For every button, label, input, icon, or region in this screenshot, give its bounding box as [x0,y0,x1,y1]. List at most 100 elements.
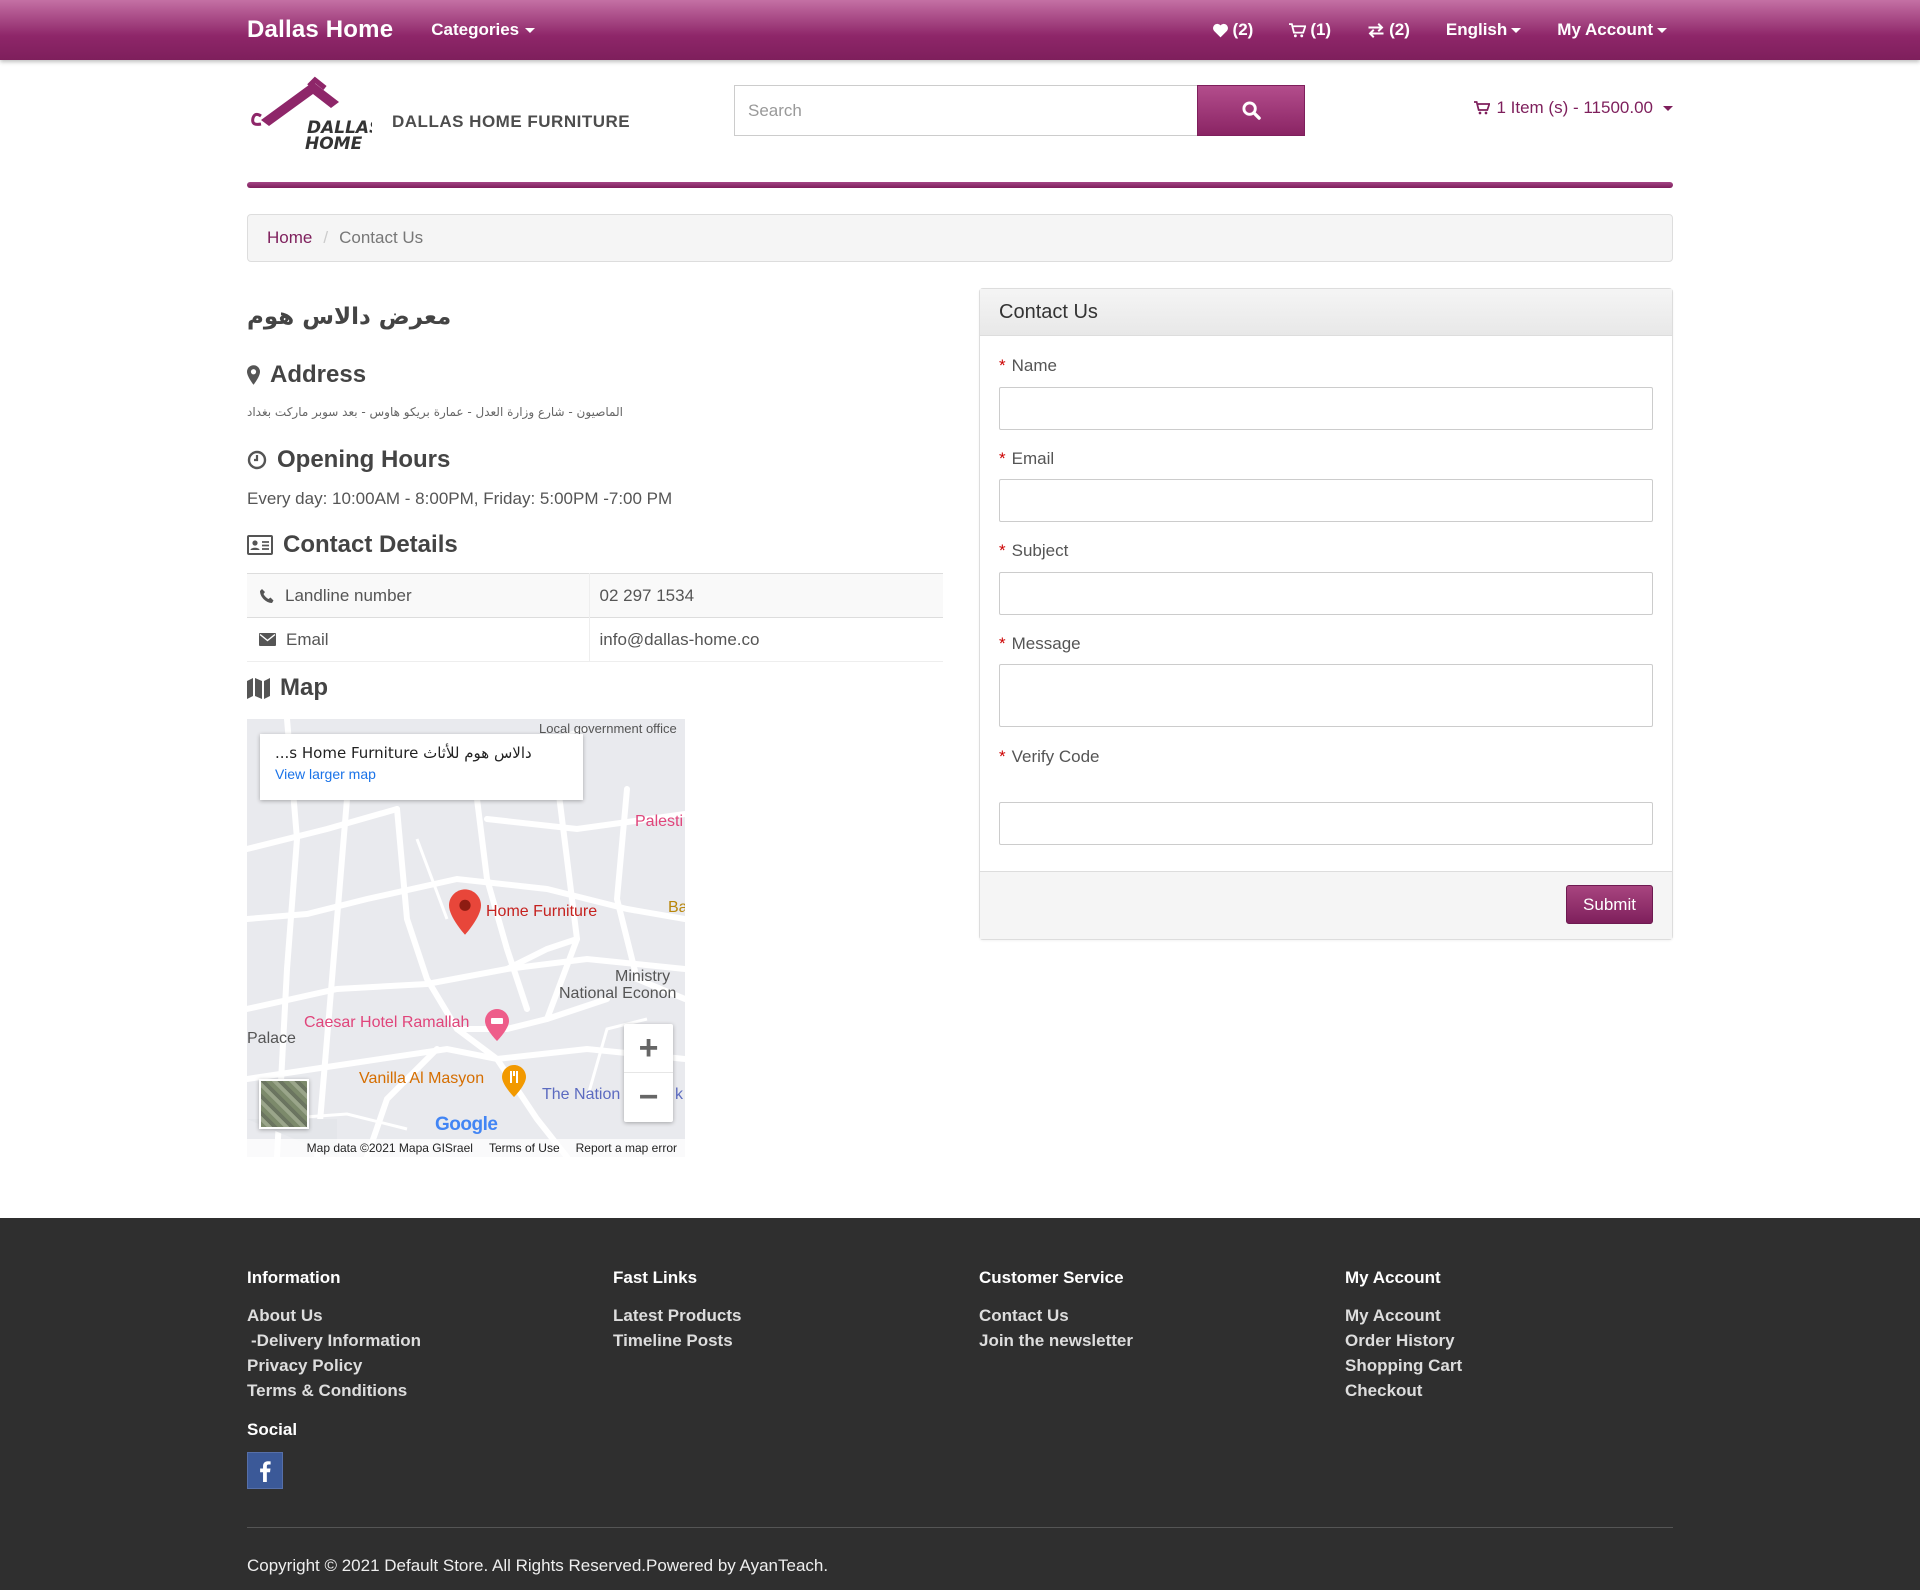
name-label: * Name [999,356,1057,376]
wishlist-link[interactable]: (2) [1212,20,1253,40]
email-value: info@dallas-home.co [589,617,943,662]
contact-heading-label: Contact Details [283,531,458,558]
satellite-toggle[interactable] [259,1079,309,1129]
footer-link-order-history[interactable]: Order History [1345,1328,1462,1353]
map-zoom-control: + − [624,1024,673,1122]
footer-link-delivery[interactable]: -Delivery Information [247,1328,421,1353]
envelope-icon [259,633,276,646]
required-marker: * [999,747,1006,766]
categories-label: Categories [431,20,520,39]
verify-code-label-text: Verify Code [1011,747,1100,766]
map-attribution: Map data ©2021 Mapa GISrael Terms of Use… [247,1139,685,1157]
breadcrumb-separator: / [323,228,329,247]
site-footer: Information About Us -Delivery Informati… [0,1218,1920,1590]
account-dropdown[interactable]: My Account [1557,20,1667,40]
hours-text: Every day: 10:00AM - 8:00PM, Friday: 5:0… [247,489,673,508]
map-place-card: ...s Home Furniture دالاس هوم للأثاث Vie… [260,734,583,800]
cart-summary-text: 1 Item (s) - 11500.00 [1496,98,1653,117]
map-place-title: ...s Home Furniture دالاس هوم للأثاث [275,744,532,762]
brand-link[interactable]: Dallas Home [247,16,393,44]
footer-link-about[interactable]: About Us [247,1303,421,1328]
subject-label-text: Subject [1011,541,1069,560]
phone-icon [259,588,275,604]
account-label: My Account [1557,20,1653,39]
footer-link-privacy[interactable]: Privacy Policy [247,1353,421,1378]
zoom-out-button[interactable]: − [624,1073,673,1122]
message-textarea[interactable] [999,664,1653,727]
main-content: معرض دالاس هوم Address الماصيون - شارع و… [247,262,1673,1222]
email-form-label: * Email [999,449,1054,469]
header-divider [247,182,1673,188]
contact-details-table: Landline number 02 297 1534 Email info@d… [247,573,943,662]
report-map-error-link[interactable]: Report a map error [576,1141,677,1155]
footer-link-contact-us[interactable]: Contact Us [979,1303,1133,1328]
clock-icon [247,450,267,470]
verify-code-field[interactable] [999,802,1653,845]
footer-link-timeline-posts[interactable]: Timeline Posts [613,1328,741,1353]
email-field[interactable] [999,479,1653,522]
search-button[interactable] [1197,85,1305,136]
required-marker: * [999,634,1006,653]
map-heading-label: Map [280,674,328,701]
cart-icon [1474,101,1491,115]
submit-button[interactable]: Submit [1566,885,1653,924]
subject-field[interactable] [999,572,1653,615]
footer-social: Social [247,1420,297,1489]
zoom-in-button[interactable]: + [624,1024,673,1073]
map-marker-icon [247,365,260,385]
breadcrumb-home[interactable]: Home [267,228,312,248]
terms-of-use-link[interactable]: Terms of Use [489,1141,560,1155]
language-dropdown[interactable]: English [1445,20,1522,40]
name-field[interactable] [999,387,1653,430]
store-logo[interactable]: DALLAS HOME [247,76,381,156]
footer-link-newsletter[interactable]: Join the newsletter [979,1328,1133,1353]
compare-link[interactable]: (2) [1367,20,1410,40]
categories-dropdown[interactable]: Categories [431,20,536,40]
footer-link-terms[interactable]: Terms & Conditions [247,1378,421,1403]
facebook-icon [258,1460,272,1482]
subject-label: * Subject [999,541,1068,561]
address-card-icon [247,535,273,555]
embedded-map[interactable]: Local government office ...s Home Furnit… [247,719,685,1157]
site-header: DALLAS HOME DALLAS HOME FURNITURE 1 Item… [247,60,1673,182]
contact-form-body: * Name * Email * Subject * Message * Verify C… [980,336,1672,874]
facebook-link[interactable] [247,1452,283,1489]
cart-icon [1289,22,1307,38]
map-label-nation-2: k [675,1086,683,1103]
name-label-text: Name [1011,356,1057,375]
footer-divider [247,1527,1673,1528]
top-navbar: Dallas Home Categories (2) (1) (2) Engli… [0,0,1920,60]
message-label-text: Message [1011,634,1081,653]
footer-link-my-account[interactable]: My Account [1345,1303,1462,1328]
footer-link-latest-products[interactable]: Latest Products [613,1303,741,1328]
footer-information-title: Information [247,1268,341,1287]
footer-link-shopping-cart[interactable]: Shopping Cart [1345,1353,1462,1378]
footer-my-account-title: My Account [1345,1268,1441,1287]
search-input[interactable] [734,85,1197,136]
hotel-marker-icon [485,1009,509,1041]
exchange-icon [1367,22,1385,38]
map-data-text: Map data ©2021 Mapa GISrael [306,1141,473,1155]
address-text: الماصيون - شارع وزارة العدل - عمارة بريك… [247,405,623,419]
contact-form-footer: Submit [980,871,1672,939]
search-icon [1241,101,1261,120]
cart-link[interactable]: (1) [1289,20,1331,40]
caret-down-icon [1657,27,1667,33]
table-cell: Landline number [247,573,590,618]
contact-form-title: Contact Us [980,289,1672,336]
address-heading-label: Address [270,361,367,388]
contact-form-panel: Contact Us * Name * Email * Subject * Messag… [979,288,1673,940]
required-marker: * [999,449,1006,468]
logo-word-2: HOME [305,134,363,154]
view-larger-map-link[interactable]: View larger map [275,766,568,782]
map-label-nation: The Nation [542,1086,621,1103]
language-label: English [1445,20,1508,39]
cart-summary-button[interactable]: 1 Item (s) - 11500.00 [1474,98,1673,118]
breadcrumb-current[interactable]: Contact Us [339,228,423,248]
map-label-home: Home Furniture [486,903,598,920]
footer-link-checkout[interactable]: Checkout [1345,1378,1462,1403]
table-row: Landline number 02 297 1534 [247,573,943,618]
map-label-palace: Palace [247,1030,296,1047]
landline-label: Landline number [257,586,579,606]
compare-count: (2) [1389,20,1410,39]
